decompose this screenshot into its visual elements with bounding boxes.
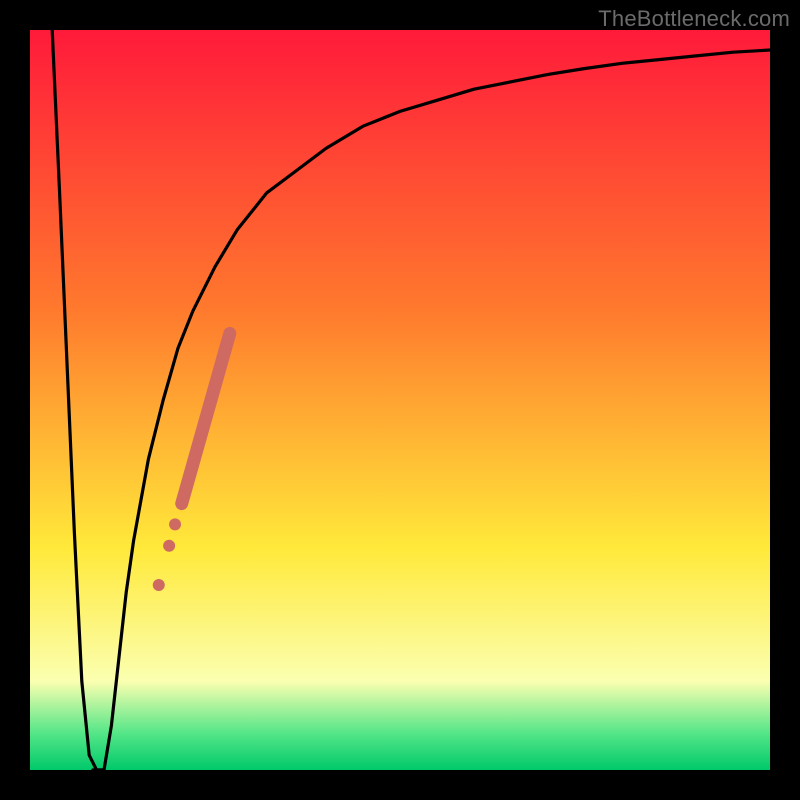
chart-frame: TheBottleneck.com bbox=[0, 0, 800, 800]
marker-dot bbox=[153, 579, 165, 591]
gradient-background bbox=[30, 30, 770, 770]
bottleneck-chart bbox=[30, 30, 770, 770]
marker-dot bbox=[169, 518, 181, 530]
watermark-text: TheBottleneck.com bbox=[598, 6, 790, 32]
marker-dot bbox=[163, 540, 175, 552]
